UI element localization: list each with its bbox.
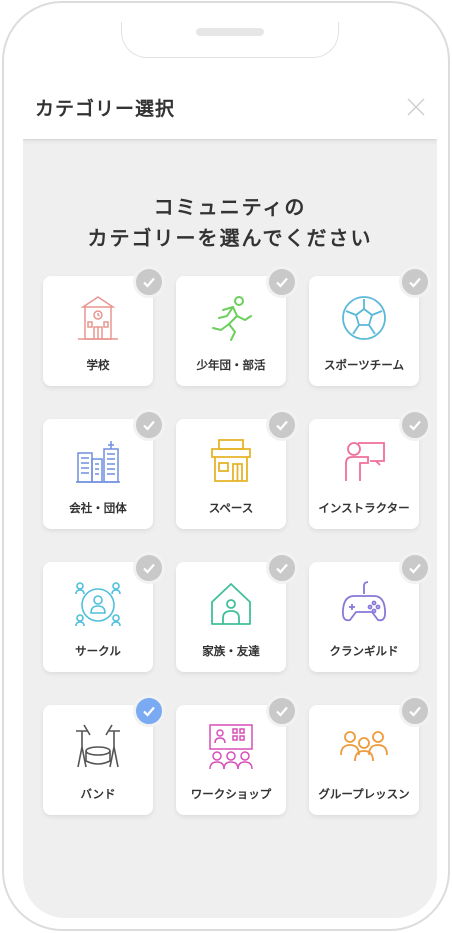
check-icon-selected [133,695,165,727]
screen: カテゴリー選択 コミュニティの カテゴリーを選んでください 学校 少年団・部活 … [23,22,437,918]
category-label: インストラクター [318,501,410,515]
header-title: カテゴリー選択 [35,98,176,120]
header: カテゴリー選択 [23,66,437,140]
category-content: コミュニティの カテゴリーを選んでください 学校 少年団・部活 スポーツチーム … [23,140,437,918]
people-circle-icon [75,582,121,627]
category-label: 会社・団体 [69,501,127,515]
category-label: 少年団・部活 [196,358,266,372]
school-icon [78,296,118,340]
category-card-instructor[interactable]: インストラクター [309,409,431,529]
check-icon [266,552,298,584]
category-card-circle[interactable]: サークル [43,552,165,672]
category-card-workshop[interactable]: ワークショップ [176,695,298,815]
category-card-company[interactable]: 会社・団体 [43,409,165,529]
shop-icon [211,439,251,482]
category-card-space[interactable]: スペース [176,409,298,529]
workshop-icon [209,724,253,770]
phone-notch [121,22,339,58]
phone-frame: カテゴリー選択 コミュニティの カテゴリーを選んでください 学校 少年団・部活 … [2,1,450,931]
category-card-sports-team[interactable]: スポーツチーム [309,266,431,386]
category-card-school[interactable]: 学校 [43,266,165,386]
gamepad-icon [341,581,387,622]
check-icon [133,266,165,298]
check-icon [399,552,431,584]
category-label: サークル [75,644,121,658]
running-person-icon [212,296,252,341]
category-label: クランギルド [329,644,399,658]
check-icon [133,409,165,441]
category-label: バンド [80,787,116,801]
category-label: 家族・友達 [202,644,260,658]
category-card-group-lesson[interactable]: グループレッスン [309,695,431,815]
category-card-clan-guild[interactable]: クランギルド [309,552,431,672]
heading-line-2: カテゴリーを選んでください [87,226,373,250]
category-card-band[interactable]: バンド [43,695,165,815]
category-card-youth-club[interactable]: 少年団・部活 [176,266,298,386]
office-buildings-icon [76,441,120,483]
heading: コミュニティの カテゴリーを選んでください [23,192,437,254]
check-icon [399,266,431,298]
group-people-icon [340,731,388,762]
check-icon [266,695,298,727]
category-label: 学校 [86,358,110,372]
category-label: スポーツチーム [324,358,404,372]
category-label: ワークショップ [190,787,272,801]
drum-set-icon [76,724,120,768]
check-icon [399,695,431,727]
category-label: グループレッスン [318,787,410,801]
soccer-ball-icon [342,296,386,340]
category-label: スペース [208,501,254,515]
category-card-family[interactable]: 家族・友達 [176,552,298,672]
close-icon[interactable] [405,96,427,118]
house-icon [211,583,251,625]
check-icon [399,409,431,441]
instructor-board-icon [345,442,385,481]
check-icon [266,266,298,298]
check-icon [266,409,298,441]
heading-line-1: コミュニティの [153,195,307,219]
check-icon [133,552,165,584]
